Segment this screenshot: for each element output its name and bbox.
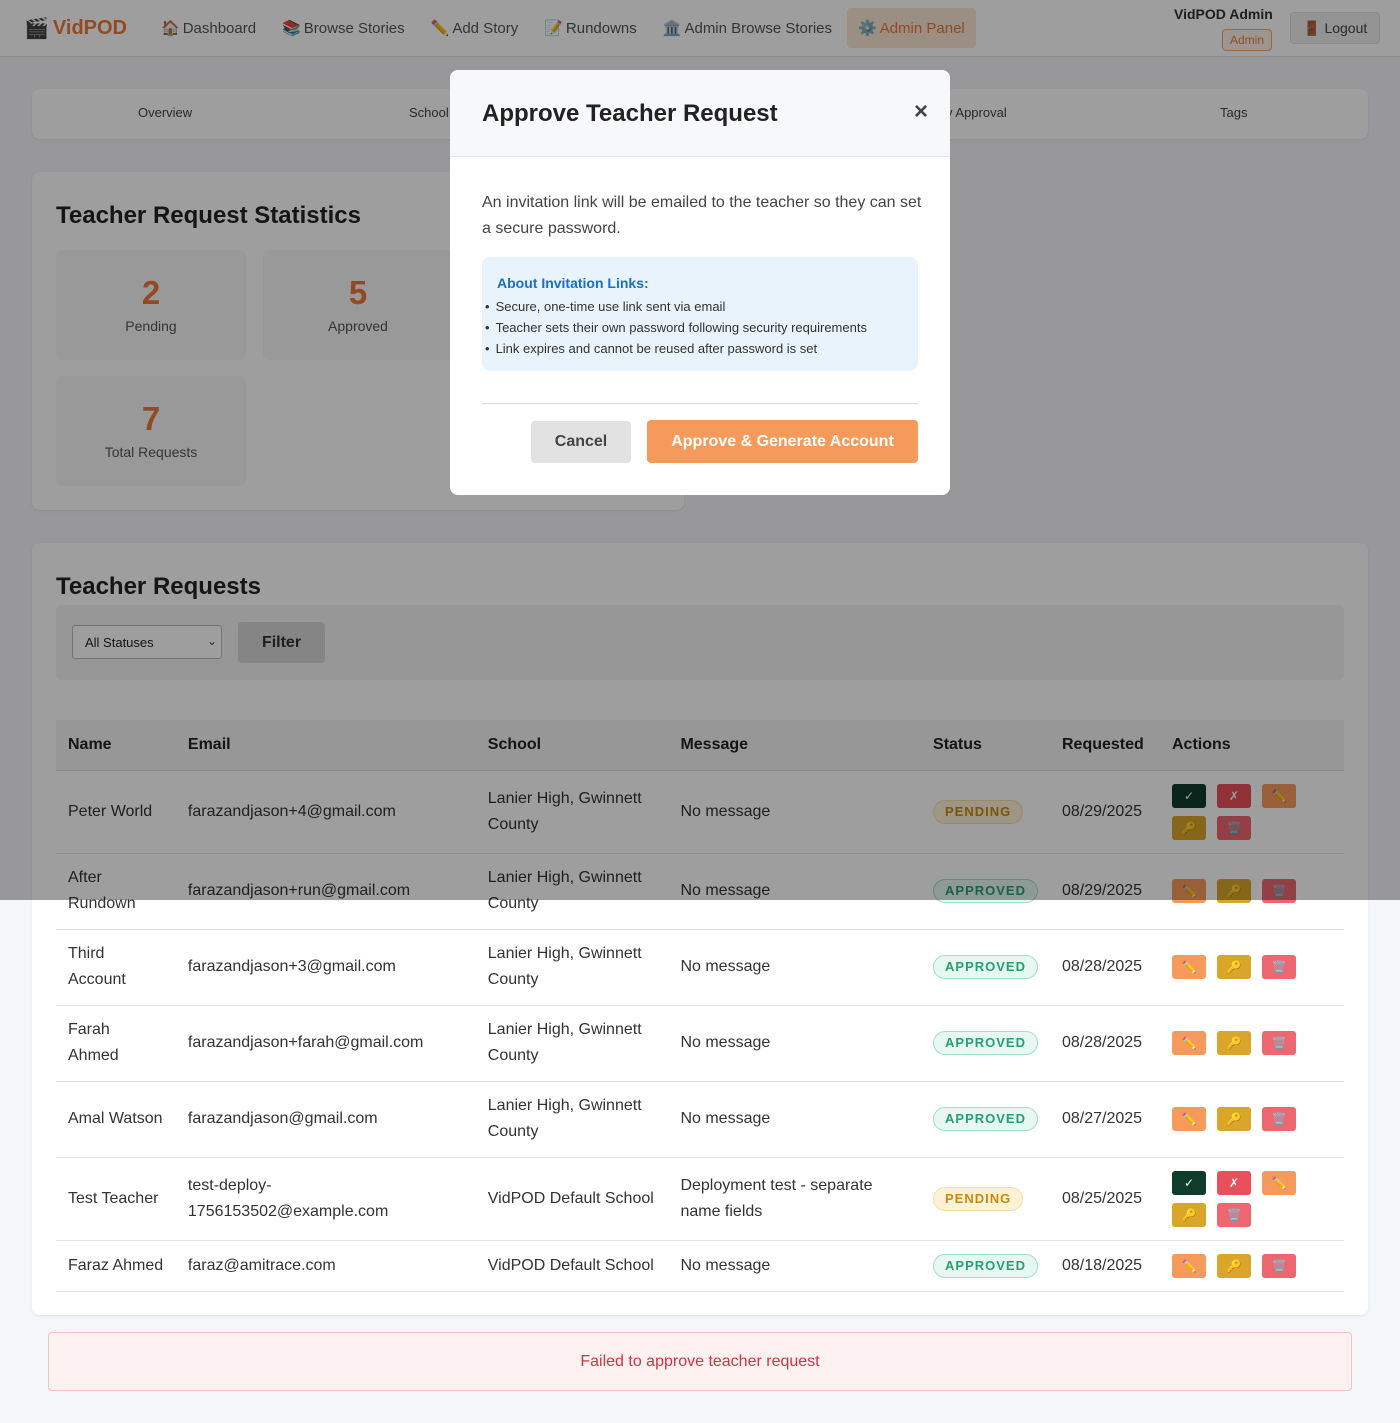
key-icon[interactable]: 🔑 xyxy=(1172,1202,1206,1227)
table-row: Faraz Ahmed faraz@amitrace.com VidPOD De… xyxy=(56,1240,1344,1292)
edit-icon[interactable]: ✏️ xyxy=(1172,1107,1206,1131)
modal-title: Approve Teacher Request xyxy=(482,100,778,127)
cell-actions: ✏️ 🔑 🗑️ xyxy=(1160,1081,1344,1158)
key-icon[interactable]: 🔑 xyxy=(1217,1253,1251,1278)
cell-message: No message xyxy=(668,1005,922,1082)
cell-name: Amal Watson xyxy=(56,1081,176,1158)
modal-header: Approve Teacher Request × xyxy=(450,70,950,157)
edit-icon[interactable]: ✏️ xyxy=(1172,955,1206,979)
cell-email: farazandjason+farah@gmail.com xyxy=(175,1005,476,1082)
info-title: About Invitation Links: xyxy=(497,275,649,291)
trash-icon[interactable]: 🗑️ xyxy=(1262,1107,1296,1131)
key-icon[interactable]: 🔑 xyxy=(1217,955,1251,979)
status-badge: APPROVED xyxy=(933,1107,1038,1131)
trash-icon[interactable]: 🗑️ xyxy=(1262,1031,1296,1055)
info-item: Link expires and cannot be reused after … xyxy=(485,338,867,359)
edit-icon[interactable]: ✏️ xyxy=(1262,1170,1296,1195)
cell-requested: 08/25/2025 xyxy=(1049,1157,1160,1241)
status-badge: PENDING xyxy=(933,1186,1024,1211)
status-badge: APPROVED xyxy=(933,955,1038,979)
info-list: Secure, one-time use link sent via email… xyxy=(485,296,867,359)
trash-icon[interactable]: 🗑️ xyxy=(1262,1253,1296,1278)
table-row: Test Teacher test-deploy-1756153502@exam… xyxy=(56,1157,1344,1241)
cell-name: Test Teacher xyxy=(56,1157,176,1241)
cell-status: APPROVED xyxy=(921,1240,1050,1292)
cell-message: No message xyxy=(668,929,922,1006)
approve-modal: Approve Teacher Request × An invitation … xyxy=(450,70,950,495)
approve-icon[interactable]: ✓ xyxy=(1172,1170,1206,1195)
cancel-button[interactable]: Cancel xyxy=(531,421,631,463)
cell-school: VidPOD Default School xyxy=(475,1157,669,1241)
cell-status: APPROVED xyxy=(921,1005,1050,1082)
trash-icon[interactable]: 🗑️ xyxy=(1217,1202,1251,1227)
status-badge: APPROVED xyxy=(933,1253,1038,1278)
invitation-info-box: About Invitation Links: Secure, one-time… xyxy=(482,257,918,371)
reject-icon[interactable]: ✗ xyxy=(1217,1170,1251,1195)
divider xyxy=(482,403,918,404)
table-row: Farah Ahmed farazandjason+farah@gmail.co… xyxy=(56,1005,1344,1082)
edit-icon[interactable]: ✏️ xyxy=(1172,1031,1206,1055)
approve-generate-button[interactable]: Approve & Generate Account xyxy=(647,420,918,463)
status-badge: APPROVED xyxy=(933,1031,1038,1055)
info-item: Secure, one-time use link sent via email xyxy=(485,296,867,317)
table-row: Third Account farazandjason+3@gmail.com … xyxy=(56,929,1344,1006)
cell-status: PENDING xyxy=(921,1157,1050,1241)
cell-school: Lanier High, Gwinnett County xyxy=(475,929,669,1006)
cell-actions: ✏️ 🔑 🗑️ xyxy=(1160,929,1344,1006)
cell-name: Faraz Ahmed xyxy=(56,1240,176,1292)
cell-actions: ✓ ✗ ✏️ 🔑 🗑️ xyxy=(1160,1157,1344,1241)
cell-school: Lanier High, Gwinnett County xyxy=(475,1081,669,1158)
cell-requested: 08/28/2025 xyxy=(1049,929,1160,1006)
key-icon[interactable]: 🔑 xyxy=(1217,1031,1251,1055)
close-icon[interactable]: × xyxy=(914,98,928,126)
cell-message: Deployment test - separate name fields xyxy=(668,1157,922,1241)
cell-requested: 08/18/2025 xyxy=(1049,1240,1160,1292)
table-row: Amal Watson farazandjason@gmail.com Lani… xyxy=(56,1081,1344,1158)
cell-school: Lanier High, Gwinnett County xyxy=(475,1005,669,1082)
trash-icon[interactable]: 🗑️ xyxy=(1262,955,1296,979)
key-icon[interactable]: 🔑 xyxy=(1217,1107,1251,1131)
error-alert: Failed to approve teacher request xyxy=(48,1332,1352,1391)
cell-name: Third Account xyxy=(56,929,176,1006)
cell-message: No message xyxy=(668,1240,922,1292)
info-item: Teacher sets their own password followin… xyxy=(485,317,867,338)
cell-name: Farah Ahmed xyxy=(56,1005,176,1082)
cell-school: VidPOD Default School xyxy=(475,1240,669,1292)
cell-requested: 08/27/2025 xyxy=(1049,1081,1160,1158)
cell-email: faraz@amitrace.com xyxy=(175,1240,476,1292)
cell-requested: 08/28/2025 xyxy=(1049,1005,1160,1082)
cell-message: No message xyxy=(668,1081,922,1158)
cell-actions: ✏️ 🔑 🗑️ xyxy=(1160,1005,1344,1082)
cell-email: farazandjason+3@gmail.com xyxy=(175,929,476,1006)
cell-status: APPROVED xyxy=(921,929,1050,1006)
cell-status: APPROVED xyxy=(921,1081,1050,1158)
cell-email: test-deploy-1756153502@example.com xyxy=(175,1157,476,1241)
edit-icon[interactable]: ✏️ xyxy=(1172,1253,1206,1278)
cell-actions: ✏️ 🔑 🗑️ xyxy=(1160,1240,1344,1292)
cell-email: farazandjason@gmail.com xyxy=(175,1081,476,1158)
modal-description: An invitation link will be emailed to th… xyxy=(482,194,922,237)
